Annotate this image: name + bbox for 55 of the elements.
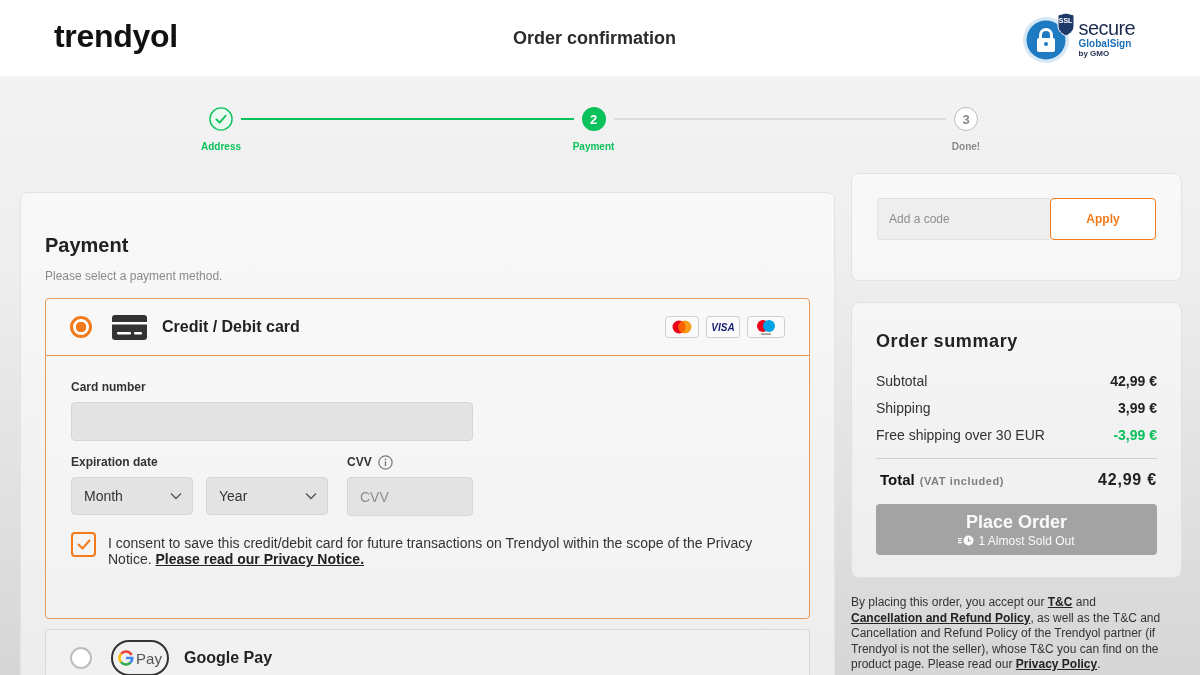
credit-card-icon [112,314,147,340]
brand-text: GlobalSign [1078,39,1133,49]
page-title: Order confirmation [513,27,676,49]
summary-title: Order summary [876,330,1018,352]
vat-note: (VAT included) [919,475,1005,487]
privacy-notice-link[interactable]: Please read our Privacy Notice. [155,551,365,567]
summary-value: 42,99 € [1110,372,1157,389]
section-subtitle: Please select a payment method. [45,269,223,283]
payment-option-card[interactable]: Pay Google Pay [45,629,810,675]
by-line-text: by GMO [1078,50,1111,58]
section-title: Payment [45,233,129,257]
payment-method-label: Google Pay [184,649,273,667]
step-label: Done! [951,141,981,153]
field-label: Expiration date [71,455,158,469]
check-icon [76,539,91,550]
policy-link[interactable]: Privacy Policy [1015,657,1098,671]
year-select[interactable]: Year [206,477,328,515]
radio-button[interactable] [70,316,92,338]
field-label: CVV [347,455,372,469]
policy-link[interactable]: T&C [1047,595,1073,609]
pay-logo-text: Pay [136,649,162,667]
maestro-icon [747,316,785,338]
clock-icon [958,535,975,546]
google-g-icon [118,650,135,666]
step-number: 2 [581,107,606,131]
total-label: Total [880,471,915,488]
radio-button[interactable] [70,647,92,669]
step-number: 3 [954,107,978,131]
legal-text: By placing this order, you accept our T&C and Cancellation and Refund Policy, as well as the T&C and Cancellation and Refund Policy of the Trendyol partner (if Trendyol is not the seller), whose T&C you can find on the product page. Please read our Privacy Policy. [851,595,1162,673]
month-select[interactable]: Month [71,477,193,515]
summary-label: Shipping [876,399,931,416]
chevron-down-icon [170,492,182,500]
consent-checkbox[interactable] [71,532,96,557]
field-label: Card number [71,380,146,394]
info-icon[interactable] [377,454,393,470]
chevron-down-icon [305,492,317,500]
payment-option-card[interactable] [45,298,810,619]
total-value: 42,99 € [1098,471,1157,489]
card-number-field[interactable] [71,402,473,441]
coupon-code-field[interactable]: Add a code [877,198,1050,240]
cvv-field[interactable]: CVV [347,477,473,516]
step-label: Address [201,141,241,153]
secure-text: secure [1078,18,1135,38]
payment-method-label: Credit / Debit card [162,318,300,336]
summary-label: Subtotal [876,372,928,389]
summary-label: Free shipping over 30 EUR [876,426,1045,443]
padlock-seal-icon [1021,12,1076,64]
visa-logo: VISA [706,316,740,338]
consent-text: I consent to save this credit/debit card for future transactions on Trendyol within the scope of the Privacy Notice. Please read our Privacy Notice. [108,534,754,567]
step-label: Payment [572,141,615,153]
mastercard-icon [665,316,699,338]
policy-link[interactable]: Cancellation and Refund Policy [851,610,1031,625]
summary-value: 3,99 € [1118,399,1157,416]
summary-value: -3,99 € [1113,426,1157,443]
logo[interactable]: trendyol [54,20,178,52]
